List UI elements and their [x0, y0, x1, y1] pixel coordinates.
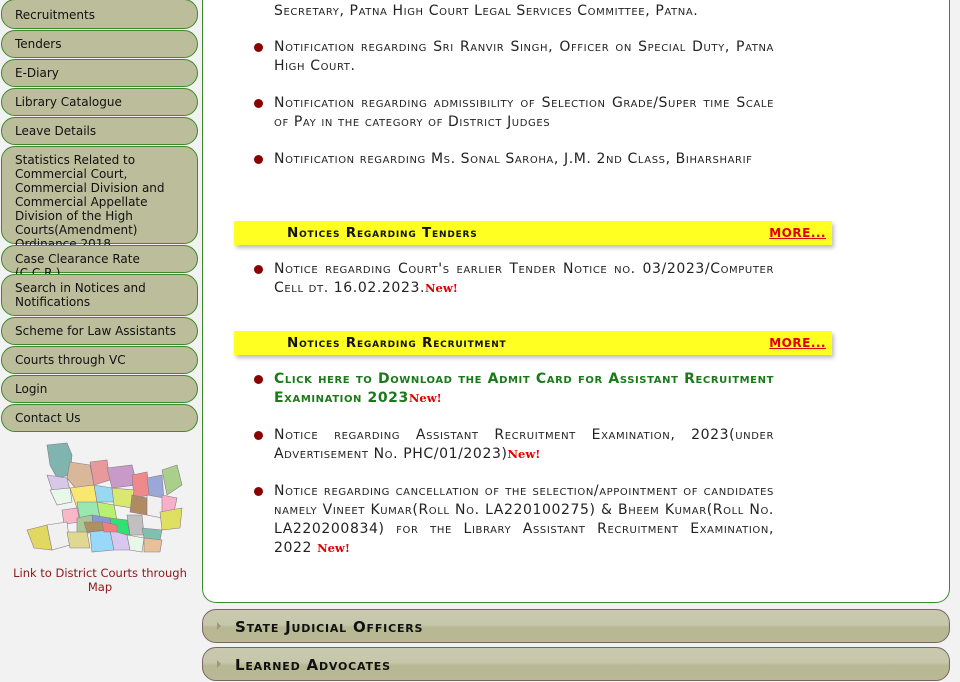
accordion-title: State Judicial Officers: [235, 618, 424, 636]
new-badge: New!: [507, 447, 541, 461]
sidebar-item-label: Courts through VC: [15, 353, 126, 367]
bullet-icon: [254, 43, 263, 52]
notification-item[interactable]: Notification regarding admissibility of …: [274, 94, 774, 132]
recruitment-item[interactable]: Notice regarding Assistant Recruitment E…: [274, 426, 774, 464]
accordion-learned-advocates[interactable]: Learned Advocates: [202, 647, 950, 681]
sidebar-item-label: Scheme for Law Assistants: [15, 324, 176, 338]
sidebar-item-label: Login: [15, 382, 48, 396]
sidebar-item-label: Leave Details: [15, 124, 97, 138]
expand-arrow-icon: [217, 622, 221, 630]
notification-item[interactable]: Notification regarding Sri Ranvir Singh,…: [274, 38, 774, 76]
sidebar-item-case-clearance-rate[interactable]: Case Clearance Rate (C.C.R.): [1, 245, 198, 280]
accordion-title: Learned Advocates: [235, 656, 391, 674]
bihar-map-icon: [26, 442, 183, 553]
bihar-district-map[interactable]: [22, 440, 187, 555]
accordion-state-judicial-officers[interactable]: State Judicial Officers: [202, 609, 950, 643]
district-courts-map-link[interactable]: Link to District Courts through Map: [0, 566, 200, 594]
sidebar-item-courts-through-vc[interactable]: Courts through VC: [1, 346, 198, 374]
sidebar-item-label: Library Catalogue: [15, 95, 122, 109]
recruitment-section-title: Notices Regarding Recruitment: [287, 335, 507, 351]
bullet-icon: [254, 99, 263, 108]
bullet-icon: [254, 375, 263, 384]
new-badge: New!: [317, 541, 350, 555]
notification-item[interactable]: Notification regarding Ms. Sonal Saroha,…: [274, 150, 774, 169]
sidebar-item-search-notices[interactable]: Search in Notices and Notifications: [1, 274, 198, 316]
tenders-section-title: Notices Regarding Tenders: [287, 225, 478, 241]
new-badge: New!: [425, 281, 458, 295]
recruitment-section-header: Notices Regarding Recruitment MORE...: [234, 331, 832, 355]
recruitment-item-text: Click here to Download the Admit Card fo…: [274, 371, 774, 406]
sidebar-item-e-diary[interactable]: E-Diary: [1, 59, 198, 87]
new-badge: New!: [408, 391, 442, 405]
sidebar-item-label: Tenders: [15, 37, 62, 51]
sidebar-item-contact-us[interactable]: Contact Us: [1, 404, 198, 432]
sidebar-item-leave-details[interactable]: Leave Details: [1, 117, 198, 145]
sidebar-item-label: Recruitments: [15, 8, 95, 22]
sidebar-item-label: E-Diary: [15, 66, 59, 80]
sidebar-item-commercial-court-statistics[interactable]: Statistics Related to Commercial Court, …: [1, 146, 198, 251]
recruitment-item[interactable]: Notice regarding cancellation of the sel…: [274, 482, 774, 558]
admit-card-download-link[interactable]: Click here to Download the Admit Card fo…: [274, 370, 774, 408]
bullet-icon: [254, 155, 263, 164]
notification-item[interactable]: Secretary, Patna High Court Legal Servic…: [274, 2, 774, 21]
bullet-icon: [254, 265, 263, 274]
tenders-more-link[interactable]: MORE...: [769, 226, 826, 240]
sidebar-item-recruitments[interactable]: Recruitments: [1, 0, 198, 29]
sidebar-item-law-assistants[interactable]: Scheme for Law Assistants: [1, 317, 198, 345]
sidebar-item-label: Statistics Related to Commercial Court, …: [15, 153, 165, 251]
recruitment-more-link[interactable]: MORE...: [769, 336, 826, 350]
sidebar-item-library-catalogue[interactable]: Library Catalogue: [1, 88, 198, 116]
bullet-icon: [254, 487, 263, 496]
tenders-section-header: Notices Regarding Tenders MORE...: [234, 221, 832, 245]
sidebar-item-login[interactable]: Login: [1, 375, 198, 403]
sidebar-item-tenders[interactable]: Tenders: [1, 30, 198, 58]
tender-item[interactable]: Notice regarding Court's earlier Tender …: [274, 260, 774, 298]
tender-item-text: Notice regarding Court's earlier Tender …: [274, 261, 774, 296]
bullet-icon: [254, 431, 263, 440]
sidebar-item-label: Search in Notices and Notifications: [15, 281, 146, 309]
expand-arrow-icon: [217, 660, 221, 668]
sidebar-item-label: Contact Us: [15, 411, 81, 425]
